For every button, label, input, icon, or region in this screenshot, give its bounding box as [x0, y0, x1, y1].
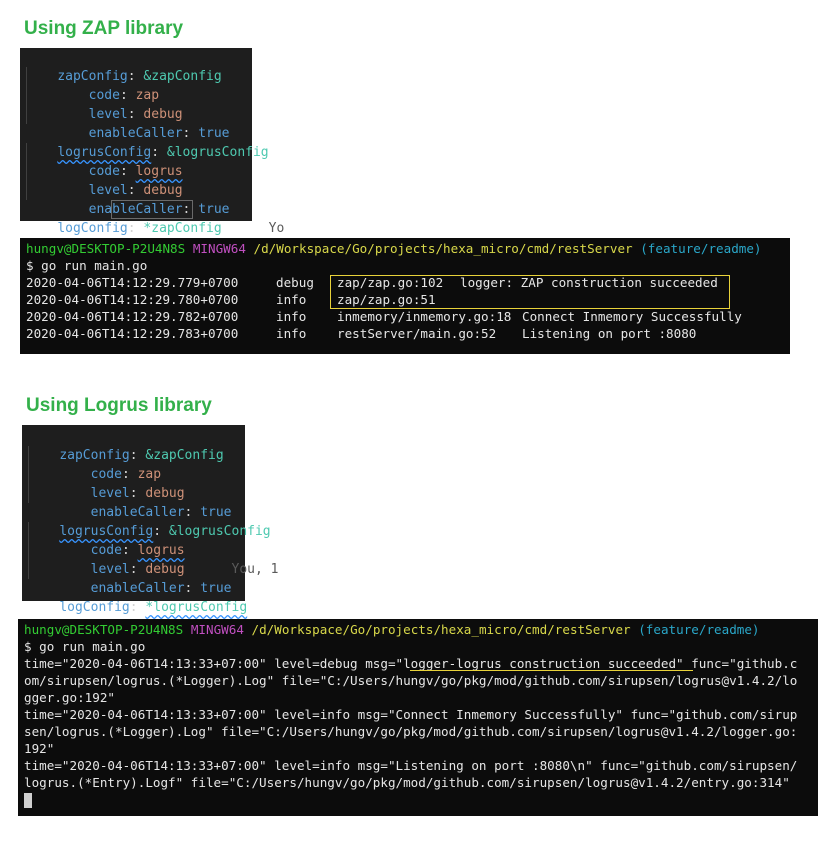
git-blame-hint: You, 1	[231, 562, 279, 577]
code-line: zapConfig: &zapConfig	[59, 448, 224, 463]
zap-section-heading: Using ZAP library	[24, 18, 184, 39]
git-blame-hint: Yo	[268, 221, 285, 236]
terminal-output-line: sen/logrus.(*Logger).Log" file="C:/Users…	[24, 724, 798, 739]
terminal-output-line: time="2020-04-06T14:13:33+07:00" level=i…	[24, 758, 798, 773]
terminal-prompt: hungv@DESKTOP-P2U4N8S MINGW64 /d/Workspa…	[24, 622, 760, 637]
terminal-output-line: logrus.(*Entry).Logf" file="C:/Users/hun…	[24, 775, 790, 790]
log-row: 2020-04-06T14:12:29.779+0700	[26, 275, 239, 290]
code-line: logrusConfig: &logrusConfig	[57, 145, 269, 160]
terminal-output-line: om/sirupsen/logrus.(*Logger).Log" file="…	[24, 673, 798, 688]
log-row-level: info	[276, 309, 307, 324]
code-line: level: debug You, 1	[28, 541, 279, 577]
terminal-prompt: hungv@DESKTOP-P2U4N8S MINGW64 /d/Workspa…	[26, 241, 762, 256]
zap-terminal[interactable]: hungv@DESKTOP-P2U4N8S MINGW64 /d/Workspa…	[20, 238, 790, 354]
logrus-terminal[interactable]: hungv@DESKTOP-P2U4N8S MINGW64 /d/Workspa…	[18, 619, 818, 816]
terminal-cursor	[24, 793, 32, 808]
code-line: code: zap	[28, 446, 161, 482]
zap-yaml-editor[interactable]: zapConfig: &zapConfig code: zap level: d…	[20, 48, 284, 236]
code-line: code: zap	[26, 67, 159, 103]
log-row: 2020-04-06T14:12:29.782+0700	[26, 309, 239, 324]
log-row-msg: Connect Inmemory Successfully	[522, 309, 742, 324]
log-row-level: info	[276, 326, 307, 341]
code-line: enableCaller: true	[26, 181, 230, 217]
logrus-section-heading: Using Logrus library	[26, 395, 212, 416]
msg-underline	[410, 670, 693, 671]
code-line: level: debug	[26, 86, 183, 122]
code-line: level: debug	[28, 465, 185, 501]
code-line-current: logConfig: *logrusConfig	[59, 600, 248, 615]
terminal-command: $ go run main.go	[24, 639, 146, 654]
log-row-caller: inmemory/inmemory.go:18	[337, 309, 512, 324]
code-line: enableCaller: true	[28, 484, 232, 520]
terminal-command: $ go run main.go	[26, 258, 148, 273]
terminal-output-line: time="2020-04-06T14:13:33+07:00" level=i…	[24, 707, 798, 722]
alias-selection	[111, 200, 193, 219]
log-row: 2020-04-06T14:12:29.783+0700	[26, 326, 239, 341]
code-line: logrusConfig: &logrusConfig	[59, 524, 271, 539]
terminal-output-line: 192"	[24, 741, 55, 756]
code-line: zapConfig: &zapConfig	[57, 69, 222, 84]
code-line: code: logrus	[28, 522, 185, 558]
highlight-box	[330, 275, 730, 309]
log-row-caller: restServer/main.go:52	[337, 326, 497, 341]
code-line: level: debug	[26, 162, 183, 198]
terminal-output-line: gger.go:192"	[24, 690, 115, 705]
code-line: code: logrus	[26, 143, 183, 179]
log-row-level: debug	[276, 275, 314, 290]
code-line: enableCaller: true	[26, 105, 230, 141]
log-row: 2020-04-06T14:12:29.780+0700	[26, 292, 239, 307]
log-row-level: info	[276, 292, 307, 307]
code-line: enableCaller: true	[28, 560, 232, 596]
log-row-msg: Listening on port :8080	[522, 326, 697, 341]
logrus-yaml-editor[interactable]: zapConfig: &zapConfig code: zap level: d…	[22, 425, 279, 615]
code-line-current: logConfig: *zapConfig Yo	[26, 200, 284, 236]
